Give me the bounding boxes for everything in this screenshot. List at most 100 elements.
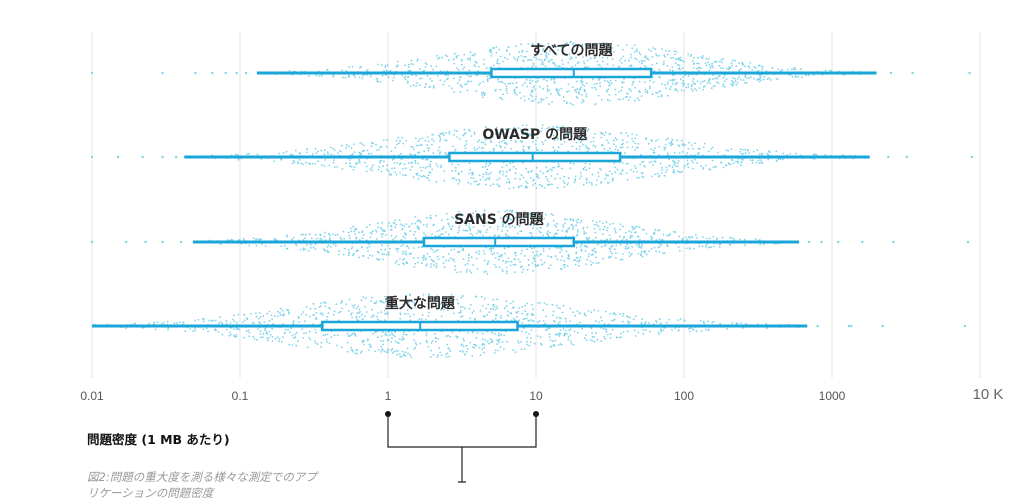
distribution-dot bbox=[557, 344, 560, 346]
distribution-dot bbox=[362, 150, 365, 152]
distribution-dot bbox=[557, 247, 559, 249]
distribution-dot bbox=[559, 320, 561, 323]
distribution-dot bbox=[339, 150, 341, 153]
distribution-dot bbox=[394, 237, 397, 240]
distribution-dot bbox=[621, 81, 623, 84]
distribution-dot bbox=[731, 159, 733, 161]
distribution-dot bbox=[327, 232, 330, 235]
distribution-dot bbox=[338, 250, 341, 253]
distribution-dot bbox=[319, 234, 322, 237]
distribution-dot bbox=[722, 57, 724, 60]
distribution-dot bbox=[501, 81, 504, 84]
distribution-dot bbox=[395, 173, 398, 176]
distribution-dot bbox=[658, 238, 661, 241]
distribution-dot bbox=[305, 305, 308, 308]
distribution-dot bbox=[435, 262, 438, 265]
distribution-dot bbox=[685, 247, 688, 250]
distribution-dot bbox=[685, 86, 687, 89]
distribution-dot bbox=[549, 256, 552, 258]
distribution-dot bbox=[559, 307, 561, 310]
distribution-dot bbox=[417, 140, 420, 143]
distribution-dot bbox=[687, 162, 689, 165]
distribution-dot bbox=[676, 165, 679, 168]
distribution-dot bbox=[326, 250, 329, 253]
distribution-dot bbox=[583, 233, 586, 235]
distribution-dot bbox=[631, 245, 634, 248]
distribution-dot bbox=[340, 144, 343, 147]
distribution-dot bbox=[665, 87, 668, 89]
distribution-dot bbox=[758, 153, 761, 156]
distribution-dot bbox=[396, 250, 399, 253]
distribution-dot bbox=[526, 343, 528, 346]
distribution-dot bbox=[488, 311, 491, 314]
distribution-dot bbox=[525, 50, 528, 53]
distribution-dot bbox=[618, 59, 621, 62]
distribution-dot bbox=[412, 176, 415, 178]
distribution-dot bbox=[575, 224, 577, 227]
distribution-dot bbox=[262, 336, 264, 338]
distribution-dot bbox=[619, 235, 621, 238]
distribution-dot bbox=[583, 231, 585, 233]
distribution-dot bbox=[728, 243, 731, 246]
distribution-dot bbox=[542, 172, 545, 175]
distribution-dot bbox=[432, 86, 435, 89]
distribution-dot bbox=[633, 329, 636, 332]
distribution-dot bbox=[489, 338, 492, 340]
distribution-dot bbox=[740, 322, 743, 324]
distribution-dot bbox=[160, 322, 163, 325]
distribution-dot bbox=[429, 163, 431, 166]
distribution-dot bbox=[351, 65, 354, 68]
distribution-dot bbox=[411, 74, 413, 77]
distribution-dot bbox=[687, 147, 690, 150]
distribution-dot bbox=[531, 319, 534, 322]
distribution-dot bbox=[473, 131, 476, 134]
distribution-dot bbox=[545, 213, 547, 216]
distribution-dot bbox=[590, 327, 593, 330]
distribution-dot bbox=[641, 228, 644, 231]
distribution-dot bbox=[565, 250, 568, 253]
distribution-dot bbox=[515, 93, 518, 96]
distribution-dot bbox=[484, 143, 487, 146]
distribution-dot bbox=[440, 233, 442, 236]
distribution-dot bbox=[490, 52, 493, 54]
distribution-dot bbox=[304, 237, 306, 240]
distribution-dot bbox=[596, 60, 599, 63]
distribution-dot bbox=[332, 313, 335, 316]
distribution-dot bbox=[396, 260, 398, 262]
distribution-dot bbox=[298, 321, 300, 323]
distribution-dot bbox=[407, 76, 410, 79]
distribution-dot bbox=[602, 327, 605, 330]
distribution-dot bbox=[759, 243, 762, 246]
distribution-dot bbox=[718, 243, 721, 246]
distribution-dot bbox=[452, 258, 454, 261]
distribution-dot bbox=[259, 333, 261, 335]
distribution-dot bbox=[421, 314, 424, 316]
distribution-dot bbox=[422, 223, 425, 226]
distribution-dot bbox=[314, 342, 317, 344]
distribution-dot bbox=[583, 84, 585, 87]
distribution-dot bbox=[425, 216, 428, 219]
distribution-dot bbox=[496, 228, 499, 231]
distribution-dot bbox=[739, 79, 742, 81]
distribution-dot bbox=[649, 85, 651, 88]
distribution-dot bbox=[556, 186, 559, 189]
distribution-dot bbox=[312, 314, 315, 317]
distribution-dot bbox=[777, 68, 779, 70]
distribution-dot bbox=[711, 62, 713, 65]
distribution-dot bbox=[463, 66, 466, 69]
distribution-dot bbox=[733, 238, 736, 240]
distribution-dot bbox=[758, 162, 761, 165]
distribution-dot bbox=[321, 164, 323, 167]
distribution-dot bbox=[501, 98, 504, 101]
distribution-dot bbox=[599, 82, 601, 84]
distribution-dot bbox=[448, 130, 451, 133]
distribution-dot bbox=[125, 327, 128, 330]
distribution-dot bbox=[705, 328, 707, 331]
distribution-dot bbox=[342, 253, 345, 256]
distribution-dot bbox=[391, 337, 393, 339]
distribution-dot bbox=[597, 262, 600, 264]
distribution-dot bbox=[488, 176, 491, 179]
distribution-dot bbox=[305, 332, 308, 334]
distribution-dot bbox=[259, 336, 262, 339]
distribution-dot bbox=[636, 50, 638, 53]
